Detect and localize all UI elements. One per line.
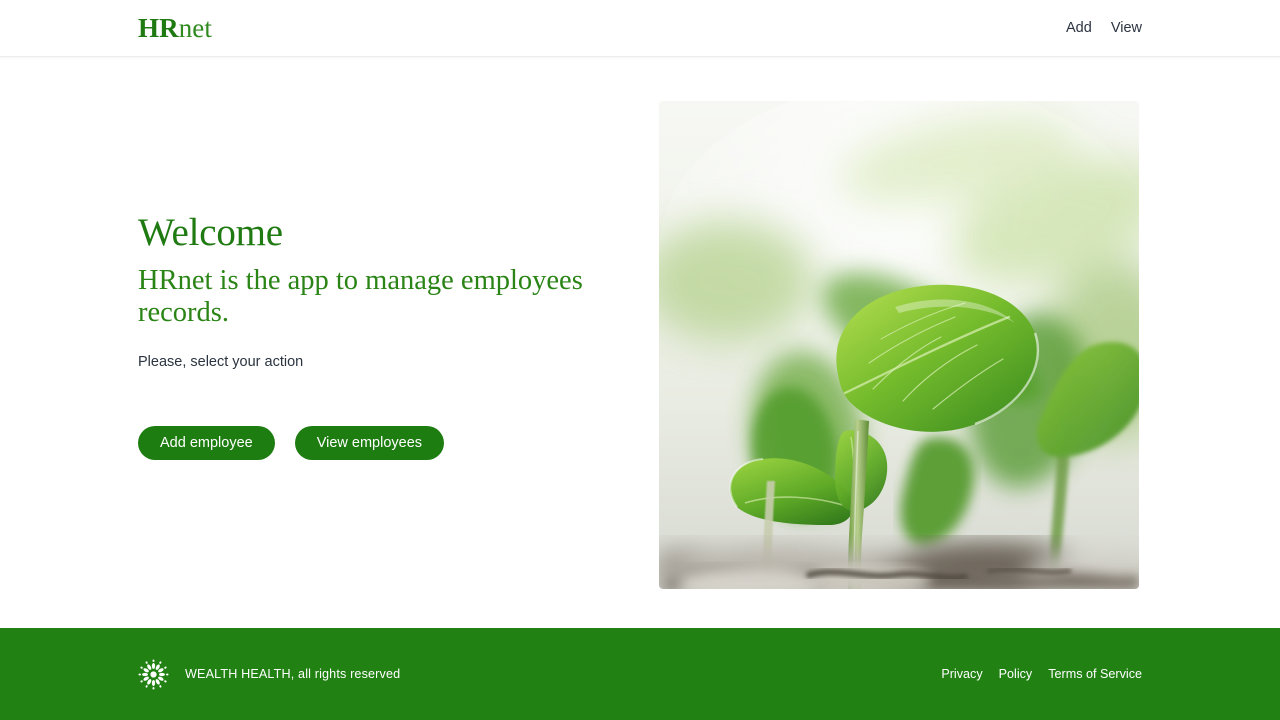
footer-copyright: WEALTH HEALTH, all rights reserved [185, 667, 401, 681]
brand-logo-light: net [178, 12, 212, 43]
hero-action-buttons: Add employee View employees [138, 425, 638, 460]
main-content: Welcome HRnet is the app to manage emplo… [0, 57, 1280, 628]
footer-brand-block: WEALTH HEALTH, all rights reserved [138, 658, 401, 690]
brand-logo-strong: HR [138, 12, 179, 43]
header-inner: HRnet Add View [138, 12, 1142, 43]
starburst-flower-icon [138, 658, 169, 690]
hero-text-column: Welcome HRnet is the app to manage emplo… [138, 57, 658, 460]
main-navigation: Add View [1066, 21, 1142, 36]
add-employee-button[interactable]: Add employee [138, 425, 275, 460]
footer-inner: WEALTH HEALTH, all rights reserved Priva… [138, 658, 1142, 690]
footer-link-privacy[interactable]: Privacy [941, 667, 982, 681]
nav-link-add[interactable]: Add [1066, 21, 1092, 36]
footer-link-terms-of-service[interactable]: Terms of Service [1048, 667, 1142, 681]
footer-link-policy[interactable]: Policy [999, 667, 1033, 681]
hero-image-seedlings [659, 101, 1139, 589]
hero-hint-text: Please, select your action [138, 353, 304, 370]
site-footer: WEALTH HEALTH, all rights reserved Priva… [0, 628, 1280, 720]
hero-subtitle: HRnet is the app to manage employees rec… [138, 264, 583, 329]
footer-links: Privacy Policy Terms of Service [941, 667, 1142, 681]
nav-link-view[interactable]: View [1111, 21, 1142, 36]
view-employees-button[interactable]: View employees [294, 425, 445, 460]
brand-logo-hrnet[interactable]: HRnet [138, 12, 212, 43]
hero-section: Welcome HRnet is the app to manage emplo… [138, 57, 1142, 628]
site-header: HRnet Add View [0, 0, 1280, 57]
page-title: Welcome [138, 211, 283, 254]
